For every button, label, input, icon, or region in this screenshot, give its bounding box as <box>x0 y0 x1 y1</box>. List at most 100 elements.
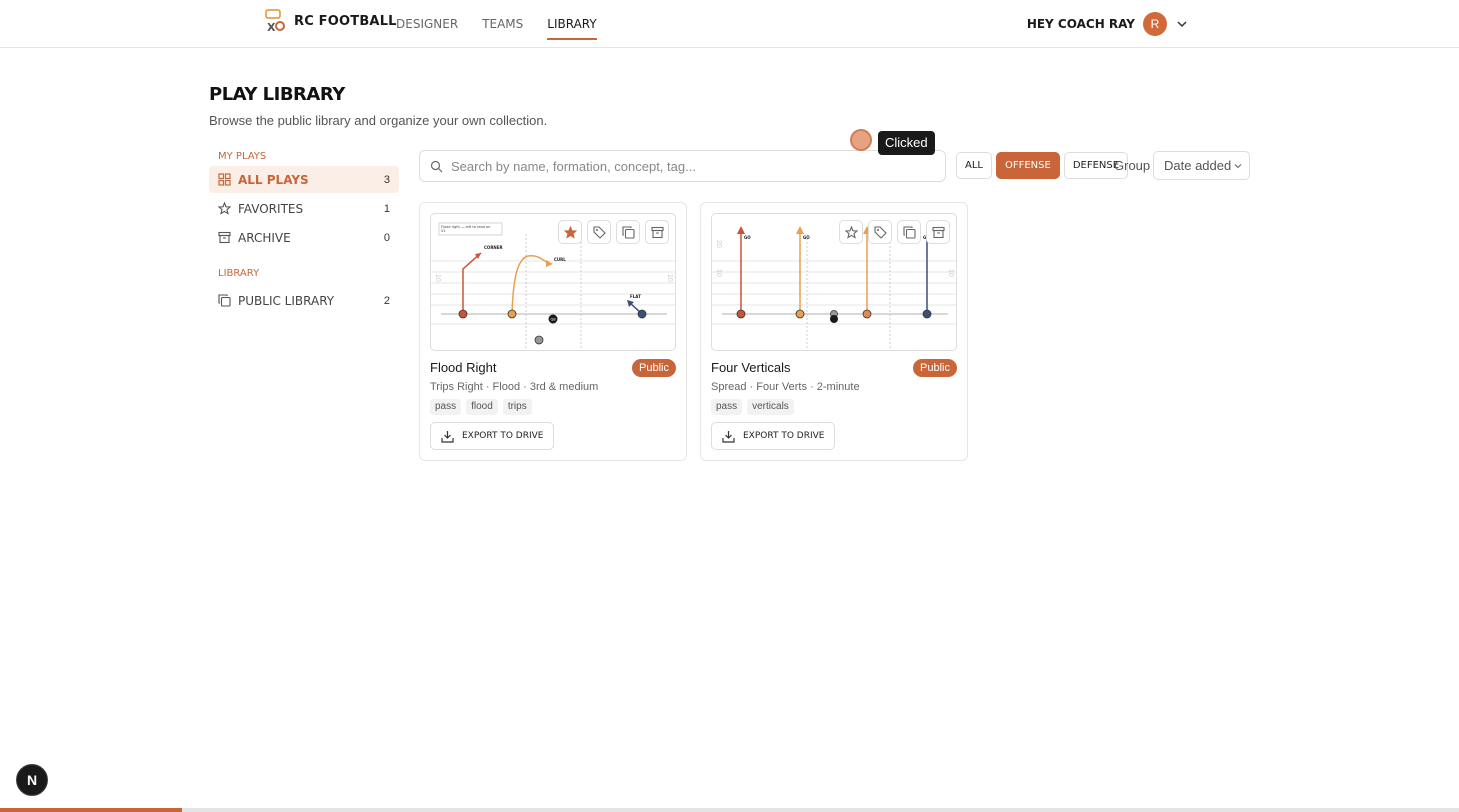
card-toolbar <box>839 220 950 244</box>
tag[interactable]: trips <box>502 399 532 415</box>
route-label: CORNER <box>484 245 503 250</box>
tag-list: pass flood trips <box>430 399 532 415</box>
search-box[interactable] <box>419 150 946 182</box>
favorite-button[interactable] <box>558 220 582 244</box>
group-label: Group <box>1114 158 1151 173</box>
chevron-down-icon[interactable] <box>1175 17 1189 31</box>
play-card[interactable]: 20 10 10 GO GO GO Four Vertical <box>700 202 968 461</box>
export-label: EXPORT TO DRIVE <box>462 431 544 441</box>
search-icon <box>430 160 443 172</box>
play-diagram[interactable]: Flood right — left to read on V2 10 10 C… <box>430 213 676 351</box>
export-to-drive-button[interactable]: EXPORT TO DRIVE <box>711 422 836 450</box>
card-toolbar <box>558 220 669 244</box>
export-to-drive-button[interactable]: EXPORT TO DRIVE <box>430 422 555 450</box>
sidebar-item-label: ALL PLAYS <box>238 172 309 187</box>
nav-library[interactable]: LIBRARY <box>547 0 598 48</box>
tag-icon <box>592 225 606 239</box>
group-select[interactable]: Date added <box>1153 151 1250 180</box>
main-nav: DESIGNER TEAMS LIBRARY <box>396 0 598 48</box>
sidebar-item-count: 3 <box>383 173 390 186</box>
sidebar-item-count: 0 <box>383 231 390 244</box>
svg-text:20: 20 <box>715 240 722 248</box>
download-icon <box>441 430 454 443</box>
sidebar: MY PLAYS ALL PLAYS 3 FAVORITES 1 ARCHIVE… <box>209 148 399 316</box>
top-nav: X RC FOOTBALL DESIGNER TEAMS LIBRARY HEY… <box>0 0 1459 48</box>
play-diagram[interactable]: 20 10 10 GO GO GO <box>711 213 957 351</box>
archive-icon <box>218 231 231 244</box>
card-title: Flood Right <box>430 360 497 375</box>
download-icon <box>722 430 735 443</box>
card-meta: Trips Right · Flood · 3rd & medium <box>430 381 599 393</box>
side-filter: ALL OFFENSE DEFENSE <box>956 152 1129 179</box>
grid-icon <box>218 173 231 186</box>
star-filled-icon <box>563 225 577 239</box>
tag-button[interactable] <box>587 220 611 244</box>
user-greeting: HEY COACH RAY <box>1026 17 1135 31</box>
public-badge: Public <box>913 359 957 377</box>
diagram-note: Flood right — left to read on <box>441 225 490 229</box>
group-select-value: Date added <box>1164 158 1232 173</box>
sidebar-item-all-plays[interactable]: ALL PLAYS 3 <box>209 166 399 193</box>
click-indicator <box>850 129 872 151</box>
page-title: PLAY LIBRARY <box>209 84 345 105</box>
card-title: Four Verticals <box>711 360 791 375</box>
tag[interactable]: flood <box>466 399 498 415</box>
user-menu[interactable]: HEY COACH RAY R <box>1027 12 1189 36</box>
qb-label: QB <box>551 318 557 322</box>
route-label: GO <box>744 235 751 240</box>
filter-all-button[interactable]: ALL <box>956 152 992 179</box>
sidebar-item-label: PUBLIC LIBRARY <box>238 293 335 308</box>
duplicate-button[interactable] <box>616 220 640 244</box>
tag[interactable]: pass <box>430 399 462 415</box>
sidebar-item-label: FAVORITES <box>238 201 304 216</box>
route-label: FLAT <box>630 294 641 299</box>
sidebar-section-my-plays: MY PLAYS <box>218 151 267 162</box>
archive-button[interactable] <box>645 220 669 244</box>
tag[interactable]: verticals <box>747 399 794 415</box>
nav-teams[interactable]: TEAMS <box>482 0 523 48</box>
brand-logo-icon: X <box>264 9 286 34</box>
copy-icon <box>218 294 231 307</box>
favorite-button[interactable] <box>839 220 863 244</box>
tag-icon <box>873 225 887 239</box>
route-label: CURL <box>554 257 566 262</box>
archive-button[interactable] <box>926 220 950 244</box>
dev-tools-badge[interactable]: N <box>16 764 48 796</box>
progress-bar <box>0 808 1459 812</box>
copy-icon <box>902 225 916 239</box>
sidebar-item-archive[interactable]: ARCHIVE 0 <box>209 224 399 251</box>
click-tooltip: Clicked <box>878 131 935 155</box>
card-meta: Spread · Four Verts · 2-minute <box>711 381 860 393</box>
search-input[interactable] <box>451 158 945 174</box>
tag[interactable]: pass <box>711 399 743 415</box>
svg-text:10: 10 <box>434 274 441 282</box>
progress-fill <box>0 808 183 812</box>
route-label: GO <box>803 235 810 240</box>
sidebar-item-label: ARCHIVE <box>238 230 291 245</box>
sidebar-item-count: 2 <box>383 294 390 307</box>
svg-text:X: X <box>267 21 276 33</box>
sidebar-item-public-library[interactable]: PUBLIC LIBRARY 2 <box>209 287 399 314</box>
export-label: EXPORT TO DRIVE <box>743 431 825 441</box>
sidebar-item-count: 1 <box>383 202 390 215</box>
archive-icon <box>650 226 664 238</box>
svg-text:10: 10 <box>715 269 722 277</box>
sidebar-item-favorites[interactable]: FAVORITES 1 <box>209 195 399 222</box>
svg-text:V2: V2 <box>441 229 446 233</box>
tag-list: pass verticals <box>711 399 794 415</box>
sidebar-section-library: LIBRARY <box>218 268 260 279</box>
svg-text:10: 10 <box>666 274 673 282</box>
avatar[interactable]: R <box>1143 12 1167 36</box>
svg-text:10: 10 <box>947 269 954 277</box>
archive-icon <box>931 226 945 238</box>
tag-button[interactable] <box>868 220 892 244</box>
brand[interactable]: X RC FOOTBALL <box>264 9 397 34</box>
star-icon <box>218 202 231 215</box>
public-badge: Public <box>632 359 676 377</box>
star-icon <box>844 225 858 239</box>
chevron-down-icon <box>1234 164 1242 169</box>
play-card[interactable]: Flood right — left to read on V2 10 10 C… <box>419 202 687 461</box>
nav-designer[interactable]: DESIGNER <box>396 0 458 48</box>
duplicate-button[interactable] <box>897 220 921 244</box>
filter-offense-button[interactable]: OFFENSE <box>995 152 1060 179</box>
